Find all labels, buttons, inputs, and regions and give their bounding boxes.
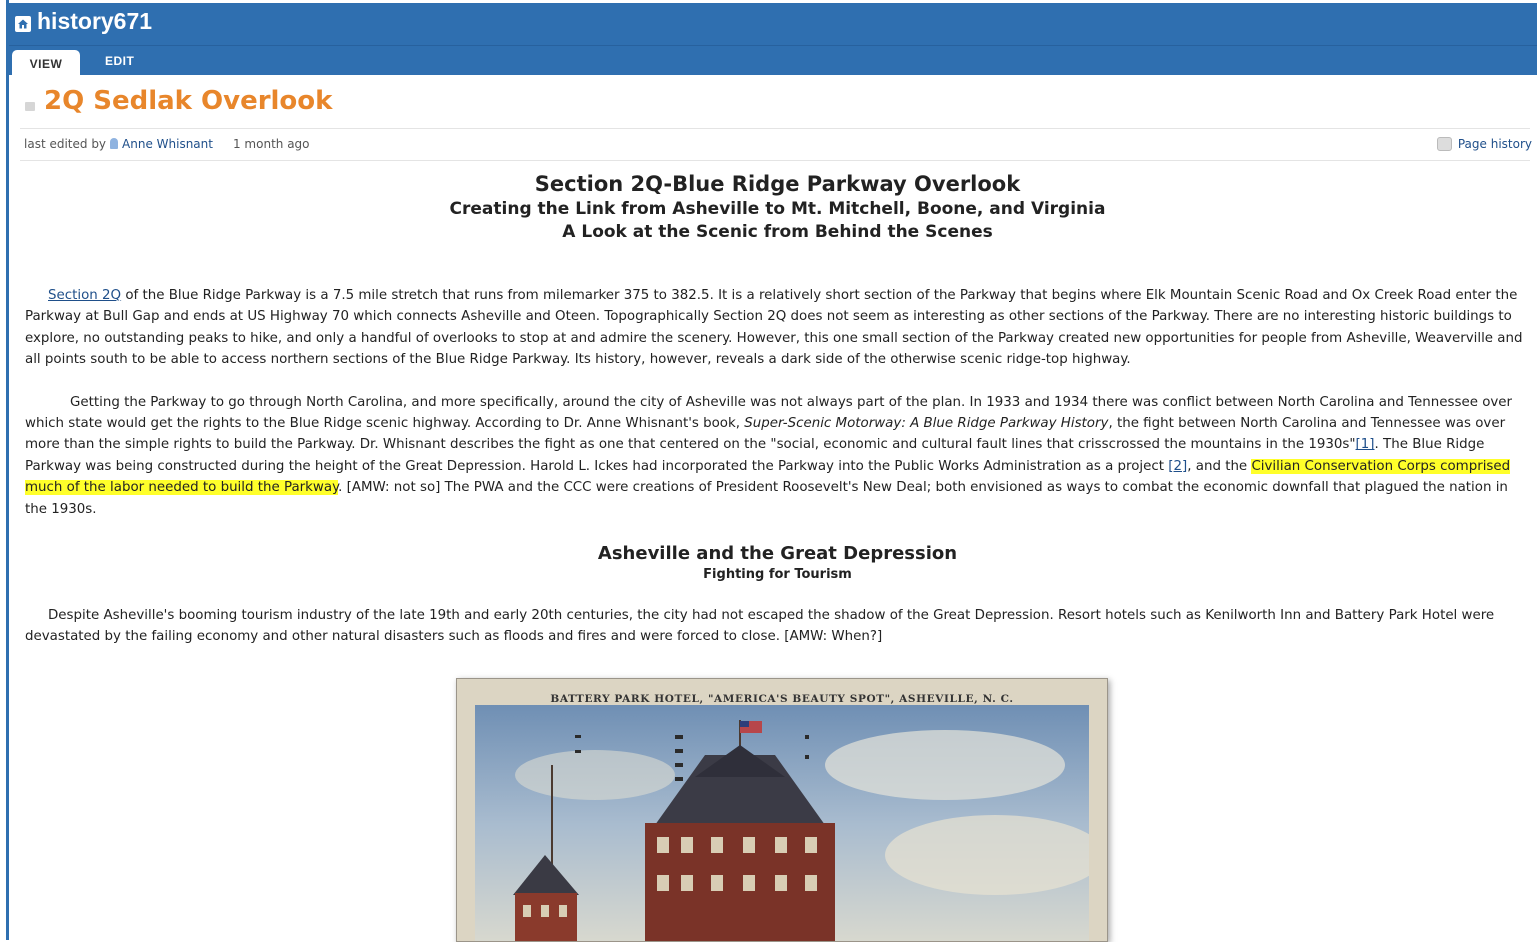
- left-border: [6, 0, 9, 940]
- section-subheading: Fighting for Tourism: [703, 567, 852, 583]
- tab-bar: VIEW EDIT: [9, 45, 1537, 75]
- app-header: history671: [9, 3, 1537, 45]
- divider: [20, 128, 1530, 129]
- page-title-block: 2Q Sedlak Overlook: [25, 86, 333, 116]
- user-icon: [110, 138, 119, 149]
- edit-time: 1 month ago: [232, 137, 310, 151]
- footnote-link-2[interactable]: [2]: [1168, 459, 1187, 474]
- history-icon: [1436, 137, 1452, 151]
- footnote-link-1[interactable]: [1]: [1356, 437, 1375, 452]
- section-heading: Asheville and the Great Depression: [597, 543, 958, 565]
- page-history-label[interactable]: Page history: [1458, 137, 1532, 151]
- postcard-image: BATTERY PARK HOTEL, "AMERICA'S BEAUTY SP…: [456, 678, 1108, 942]
- author-link[interactable]: Anne Whisnant: [122, 137, 213, 151]
- tab-view[interactable]: VIEW: [12, 50, 80, 75]
- page-title: 2Q Sedlak Overlook: [44, 86, 333, 116]
- page-history-link[interactable]: Page history: [1436, 137, 1532, 151]
- home-icon[interactable]: [15, 16, 31, 32]
- divider: [20, 160, 1530, 161]
- tab-edit[interactable]: EDIT: [105, 50, 134, 75]
- paragraph-1-text: of the Blue Ridge Parkway is a 7.5 mile …: [25, 288, 1523, 368]
- paragraph-2-text: , and the: [1187, 458, 1252, 474]
- section-2q-link[interactable]: Section 2Q: [48, 288, 121, 303]
- paragraph-1: Section 2Q of the Blue Ridge Parkway is …: [25, 285, 1530, 371]
- meta-prefix: last edited by: [24, 137, 107, 151]
- app-title[interactable]: history671: [37, 8, 152, 35]
- hotel-picture: [475, 705, 1089, 941]
- paragraph-2: Getting the Parkway to go through North …: [25, 392, 1530, 520]
- article-subheading: Creating the Link from Asheville to Mt. …: [449, 199, 1106, 219]
- image-caption: BATTERY PARK HOTEL, "AMERICA'S BEAUTY SP…: [550, 693, 1014, 705]
- book-title: Super-Scenic Motorway: A Blue Ridge Park…: [744, 416, 1109, 432]
- edit-meta: last edited by Anne Whisnant 1 month ago: [24, 137, 310, 151]
- article-subheading-2: A Look at the Scenic from Behind the Sce…: [562, 222, 993, 242]
- page-icon: [25, 102, 35, 111]
- article-heading: Section 2Q-Blue Ridge Parkway Overlook: [534, 172, 1021, 196]
- article-body: Section 2Q-Blue Ridge Parkway Overlook C…: [25, 170, 1530, 648]
- paragraph-3: Despite Asheville's booming tourism indu…: [25, 608, 1495, 645]
